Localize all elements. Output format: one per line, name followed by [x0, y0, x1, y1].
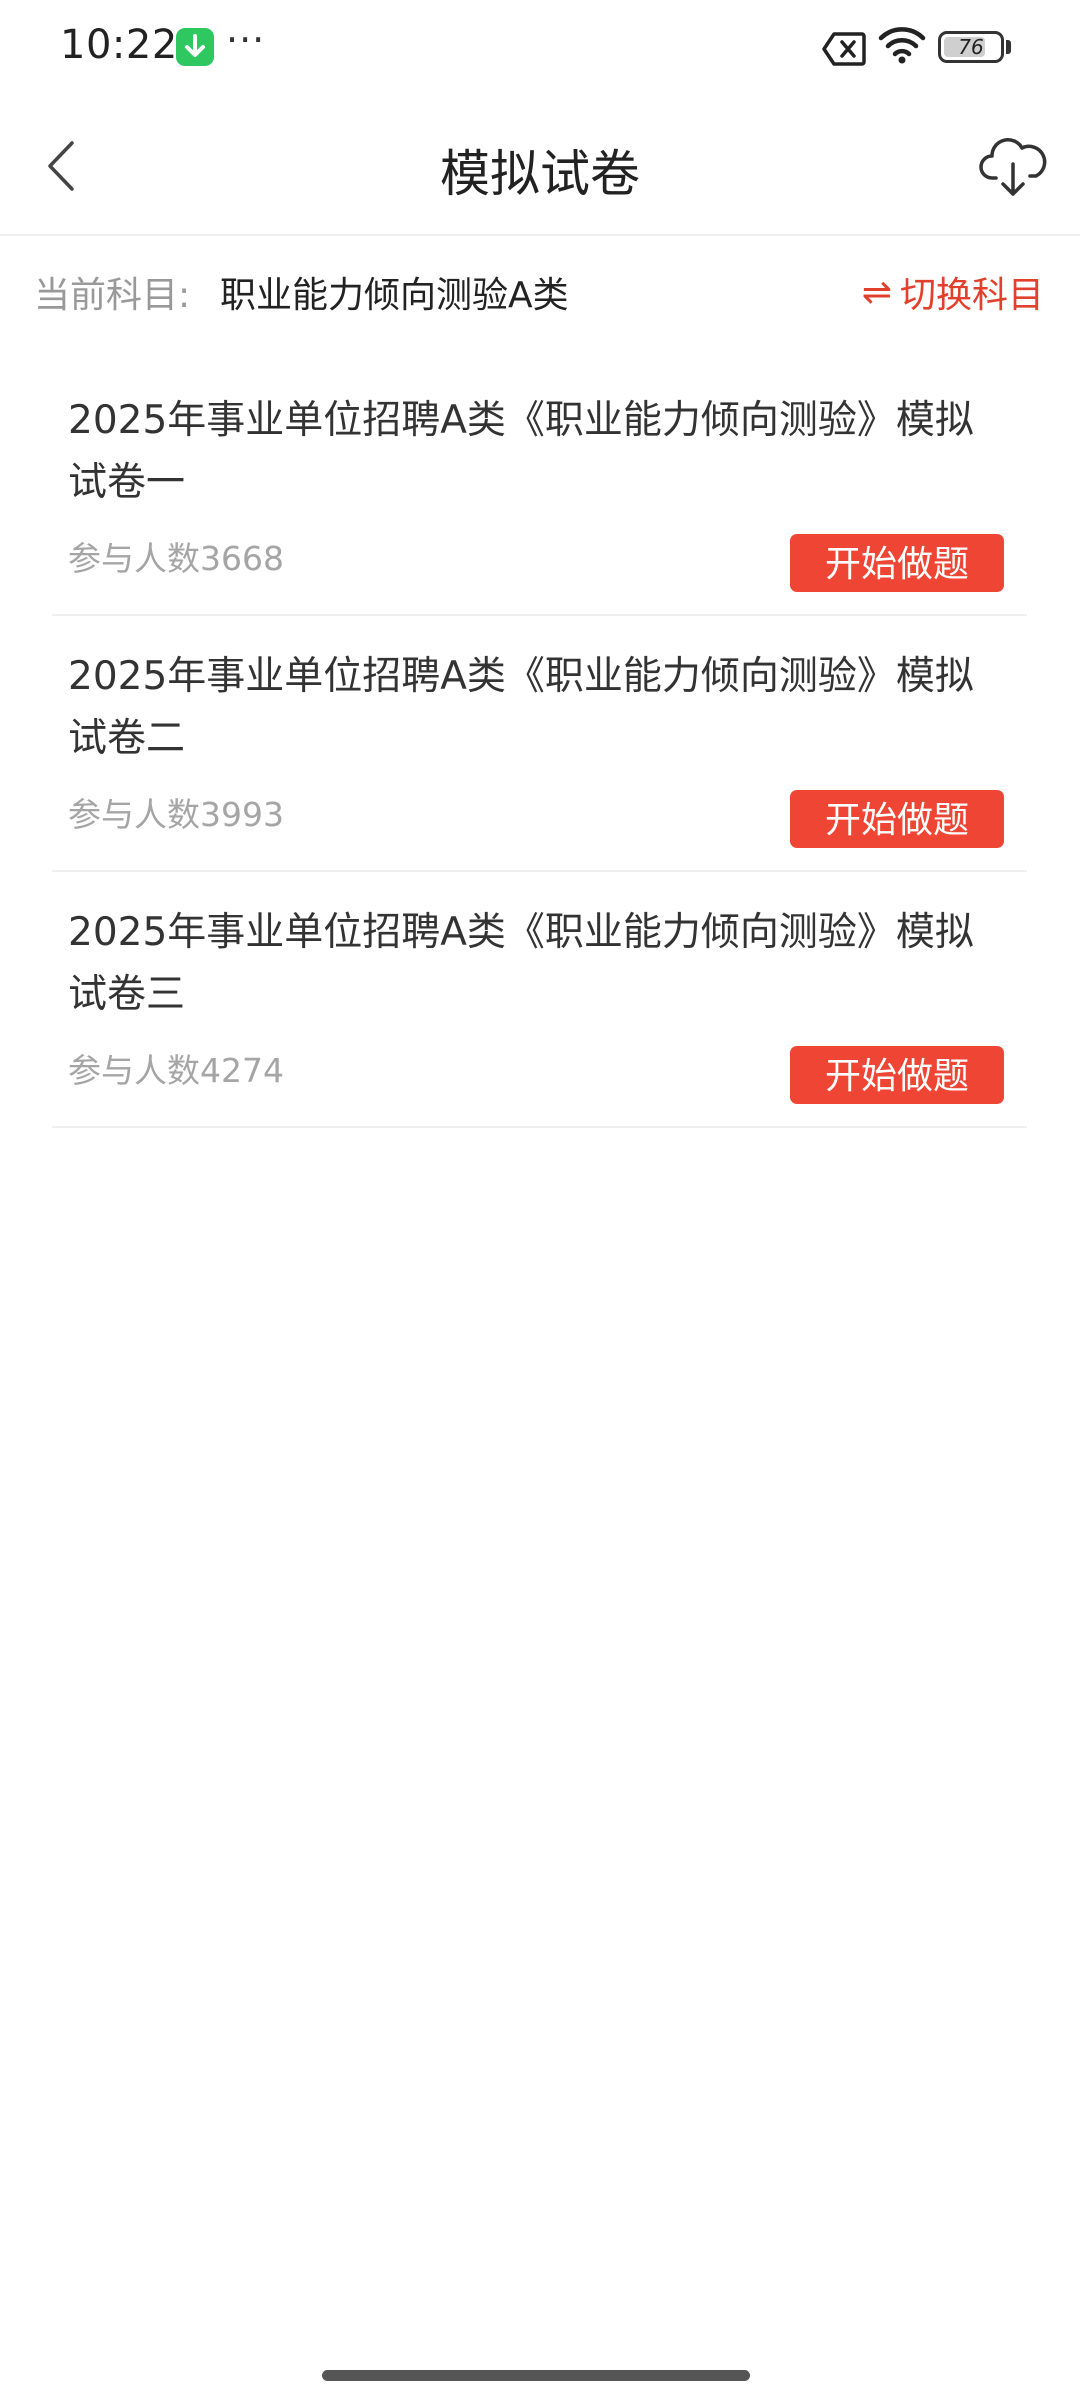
- list-item[interactable]: 2025年事业单位招聘A类《职业能力倾向测验》模拟试卷三 参与人数4274 开始…: [52, 872, 1027, 1128]
- paper-title: 2025年事业单位招聘A类《职业能力倾向测验》模拟试卷一: [68, 398, 974, 505]
- start-button[interactable]: 开始做题: [790, 534, 1004, 592]
- paper-list: 2025年事业单位招聘A类《职业能力倾向测验》模拟试卷一 参与人数3668 开始…: [52, 360, 1027, 1128]
- swap-arrows-icon: ⇌: [861, 271, 892, 313]
- participant-count: 参与人数3668: [68, 539, 284, 578]
- download-arrow-icon: [176, 28, 214, 66]
- status-time: 10:22: [60, 22, 178, 68]
- wifi-icon: [878, 25, 926, 69]
- header: 模拟试卷: [0, 96, 1080, 236]
- status-bar: 10:22 ··· 76: [0, 0, 1080, 96]
- battery-icon: 76: [938, 31, 1004, 63]
- cloud-download-icon: [978, 138, 1048, 206]
- list-item[interactable]: 2025年事业单位招聘A类《职业能力倾向测验》模拟试卷一 参与人数3668 开始…: [52, 360, 1027, 616]
- battery-tip: [1006, 40, 1011, 54]
- more-notifications-icon: ···: [226, 18, 266, 62]
- subject-bar: 当前科目: 职业能力倾向测验A类 ⇌ 切换科目: [0, 236, 1080, 340]
- switch-subject-button[interactable]: ⇌ 切换科目: [862, 266, 1044, 318]
- participant-count: 参与人数4274: [68, 1051, 284, 1090]
- download-button[interactable]: [978, 132, 1048, 202]
- paper-title: 2025年事业单位招聘A类《职业能力倾向测验》模拟试卷二: [68, 654, 974, 761]
- paper-title: 2025年事业单位招聘A类《职业能力倾向测验》模拟试卷三: [68, 910, 974, 1017]
- start-button[interactable]: 开始做题: [790, 1046, 1004, 1104]
- sim-off-icon: [822, 31, 866, 71]
- battery-percent: 76: [958, 35, 984, 59]
- list-item[interactable]: 2025年事业单位招聘A类《职业能力倾向测验》模拟试卷二 参与人数3993 开始…: [52, 616, 1027, 872]
- home-indicator[interactable]: [322, 2370, 750, 2381]
- page-title: 模拟试卷: [440, 145, 640, 203]
- start-button[interactable]: 开始做题: [790, 790, 1004, 848]
- switch-subject-label: 切换科目: [899, 275, 1044, 316]
- subject-value: 职业能力倾向测验A类: [220, 275, 569, 316]
- participant-count: 参与人数3993: [68, 795, 284, 834]
- subject-label: 当前科目:: [34, 275, 191, 316]
